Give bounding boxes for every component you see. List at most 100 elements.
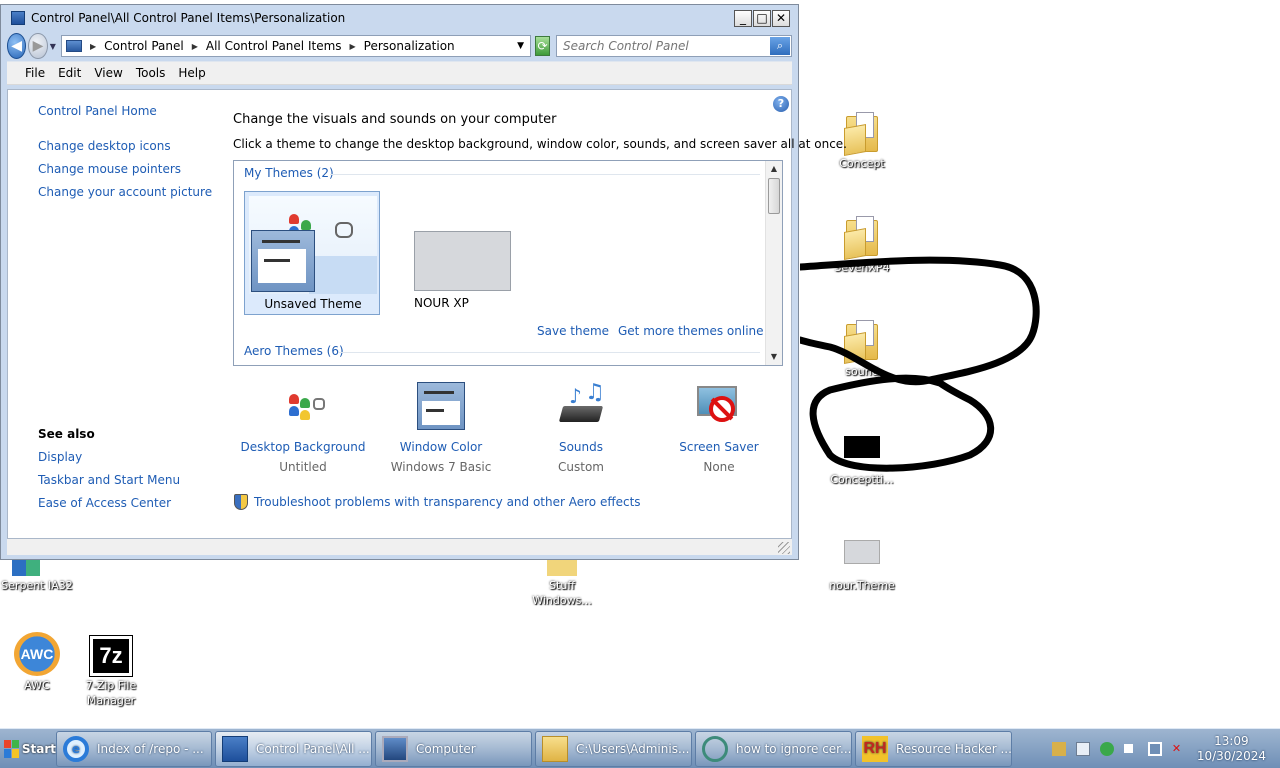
chevron-right-icon[interactable]: ▶ [90,42,96,51]
taskbar-item-browser[interactable]: e Index of /repo - ... [56,730,212,767]
theme-nour-xp[interactable]: NOUR XP [234,191,534,315]
breadcrumb-personalization[interactable]: Personalization [364,39,455,53]
tray-app-icon[interactable] [1051,741,1066,756]
theme-label: NOUR XP [414,296,469,310]
taskbar-start-menu-link[interactable]: Taskbar and Start Menu [38,473,180,487]
scroll-down-arrow-icon[interactable]: ▼ [766,349,782,365]
shield-icon [234,494,248,510]
taskbar: Start e Index of /repo - ... Control Pan… [0,728,1280,768]
resize-grip-icon[interactable] [778,542,790,554]
recent-pages-dropdown[interactable]: ▼ [50,42,57,51]
theme-options: Desktop Background Untitled Window Color… [233,380,783,482]
control-panel-window[interactable]: Control Panel\All Control Panel Items\Pe… [0,4,847,560]
option-value: Windows 7 Basic [390,460,492,474]
address-bar[interactable]: ▶ Control Panel ▶ All Control Panel Item… [60,35,531,57]
troubleshoot-link[interactable]: Troubleshoot problems with transparency … [254,495,641,509]
taskbar-item-resource-hacker[interactable]: RH Resource Hacker ... [855,730,1012,767]
desktop-icon-nour-theme[interactable]: nour.Theme [817,540,907,593]
troubleshoot-row[interactable]: Troubleshoot problems with transparency … [234,494,641,510]
menu-tools[interactable]: Tools [136,66,166,80]
save-theme-link[interactable]: Save theme [537,324,609,338]
change-mouse-pointers-link[interactable]: Change mouse pointers [38,162,181,176]
get-more-themes-link[interactable]: Get more themes online [618,324,764,338]
option-label[interactable]: Screen Saver [649,440,789,454]
minimize-button[interactable]: _ [734,9,752,27]
taskbar-item-label: Computer [416,741,476,756]
awc-icon: AWC [14,632,60,676]
see-also-heading: See also [38,427,95,441]
menu-file[interactable]: File [25,66,45,80]
refresh-button[interactable]: ⟳ [534,36,551,56]
desktop-background-icon [279,382,327,430]
chevron-right-icon[interactable]: ▶ [350,42,356,51]
desktop-icon-stuff-windows[interactable]: Stuff Windows... [517,560,607,608]
clock-date: 10/30/2024 [1196,748,1266,763]
option-label[interactable]: Desktop Background [233,440,373,454]
taskbar-item-explorer[interactable]: C:\Users\Adminis... [535,730,692,767]
screen-saver-option[interactable]: Screen Saver None [649,382,789,474]
close-button[interactable]: ✕ [772,9,790,27]
shortcut-arrow-icon [12,560,40,576]
scroll-up-arrow-icon[interactable]: ▲ [766,161,782,177]
desktop-background-option[interactable]: Desktop Background Untitled [233,382,373,474]
change-desktop-icons-link[interactable]: Change desktop icons [38,139,171,153]
change-account-picture-link[interactable]: Change your account picture [38,185,212,199]
windows-logo-icon [4,739,19,758]
sounds-icon: ♪ ♫ [557,380,605,430]
option-label[interactable]: Window Color [371,440,511,454]
taskbar-item-computer[interactable]: Computer [375,730,532,767]
ease-of-access-link[interactable]: Ease of Access Center [38,496,171,510]
menu-view[interactable]: View [94,66,122,80]
window-color-icon [417,382,465,430]
option-label[interactable]: Sounds [511,440,651,454]
desktop-icon-label: Concept [839,157,885,170]
title-bar[interactable]: Control Panel\All Control Panel Items\Pe… [1,5,798,31]
chevron-down-icon[interactable]: ▼ [517,41,524,51]
start-label: Start [21,741,56,756]
display-link[interactable]: Display [38,450,82,464]
network-icon[interactable] [1147,741,1162,756]
volume-muted-icon[interactable]: ✕ [1172,742,1186,756]
clock[interactable]: 13:09 10/30/2024 [1197,734,1266,764]
sounds-option[interactable]: ♪ ♫ Sounds Custom [511,380,651,474]
taskbar-item-control-panel[interactable]: Control Panel\All ... [215,730,372,767]
tray-document-icon[interactable] [1075,741,1090,756]
desktop-icon-7zip[interactable]: 7z 7-Zip File Manager [66,635,156,708]
help-icon[interactable]: ? [773,96,789,112]
start-button[interactable]: Start [4,732,56,766]
search-input[interactable] [557,39,771,53]
search-box[interactable]: ⌕ [556,35,793,57]
computer-icon [382,735,408,762]
theme-list[interactable]: My Themes (2) Unsaved Theme NOUR XP Save… [233,160,783,366]
window-color-option[interactable]: Window Color Windows 7 Basic [371,382,511,474]
forward-button[interactable]: ▶ [28,33,48,59]
menu-bar: File Edit View Tools Help [7,61,792,85]
menu-edit[interactable]: Edit [58,66,81,80]
maximize-button[interactable]: □ [753,9,771,27]
action-center-flag-icon[interactable] [1123,744,1138,753]
search-icon[interactable]: ⌕ [770,37,791,55]
theme-list-scrollbar[interactable]: ▲ ▼ [765,161,782,365]
screen-saver-icon [695,382,743,430]
taskbar-item-label: Resource Hacker ... [896,741,1012,756]
7zip-icon: 7z [89,635,133,677]
navigation-bar: ◀ ▶ ▼ ▶ Control Panel ▶ All Control Pane… [1,31,798,61]
breadcrumb-all-items[interactable]: All Control Panel Items [206,39,342,53]
taskbar-item-label: C:\Users\Adminis... [576,741,690,756]
breadcrumb-control-panel[interactable]: Control Panel [104,39,184,53]
scribble-drawing [800,256,1040,472]
chat-app-icon [702,735,728,762]
menu-help[interactable]: Help [178,66,205,80]
taskbar-item-label: Index of /repo - ... [97,741,204,756]
option-value: Untitled [279,460,327,474]
resource-hacker-icon: RH [862,735,888,762]
taskbar-item-chat[interactable]: how to ignore cer... [695,730,852,767]
tray-security-icon[interactable] [1099,741,1114,756]
control-panel-home-link[interactable]: Control Panel Home [38,104,157,118]
scroll-thumb[interactable] [768,178,780,214]
chevron-right-icon[interactable]: ▶ [192,42,198,51]
taskbar-item-label: how to ignore cer... [736,741,852,756]
page-title: Change the visuals and sounds on your co… [233,112,557,127]
back-button[interactable]: ◀ [7,33,27,59]
desktop-icon-serpent[interactable]: Serpent IA32 [0,560,82,593]
